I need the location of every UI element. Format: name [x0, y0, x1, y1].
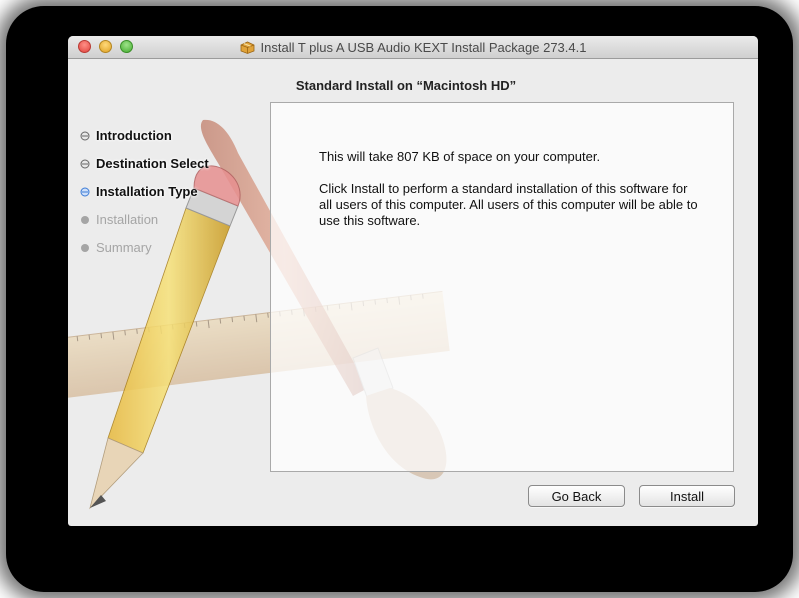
step-pending-icon	[81, 243, 89, 252]
steps-sidebar: Introduction Destination Select Installa…	[80, 126, 209, 266]
step-installation: Installation	[80, 210, 209, 229]
step-pending-icon	[81, 215, 89, 224]
title-bar[interactable]: Install T plus A USB Audio KEXT Install …	[68, 36, 758, 59]
step-current-icon	[80, 187, 90, 196]
step-completed-icon	[80, 131, 90, 140]
title-container: Install T plus A USB Audio KEXT Install …	[68, 36, 758, 58]
go-back-button[interactable]: Go Back	[528, 485, 625, 507]
step-label: Destination Select	[96, 156, 209, 171]
installer-window: Install T plus A USB Audio KEXT Install …	[68, 36, 758, 526]
install-description: Click Install to perform a standard inst…	[319, 181, 698, 228]
content-text: This will take 807 KB of space on your c…	[319, 149, 699, 245]
step-installation-type: Installation Type	[80, 182, 209, 201]
install-button[interactable]: Install	[639, 485, 735, 507]
step-destination-select: Destination Select	[80, 154, 209, 173]
step-label: Installation	[96, 212, 159, 227]
window-title: Install T plus A USB Audio KEXT Install …	[260, 39, 587, 55]
space-required-text: This will take 807 KB of space on your c…	[319, 149, 601, 164]
install-subtitle: Standard Install on “Macintosh HD”	[295, 78, 517, 93]
step-label: Installation Type	[96, 184, 198, 199]
step-introduction: Introduction	[80, 126, 209, 145]
step-completed-icon	[80, 159, 90, 168]
step-summary: Summary	[80, 238, 209, 257]
step-label: Summary	[96, 240, 152, 255]
package-icon	[240, 41, 254, 54]
step-label: Introduction	[96, 128, 172, 143]
content-panel: This will take 807 KB of space on your c…	[270, 102, 734, 472]
